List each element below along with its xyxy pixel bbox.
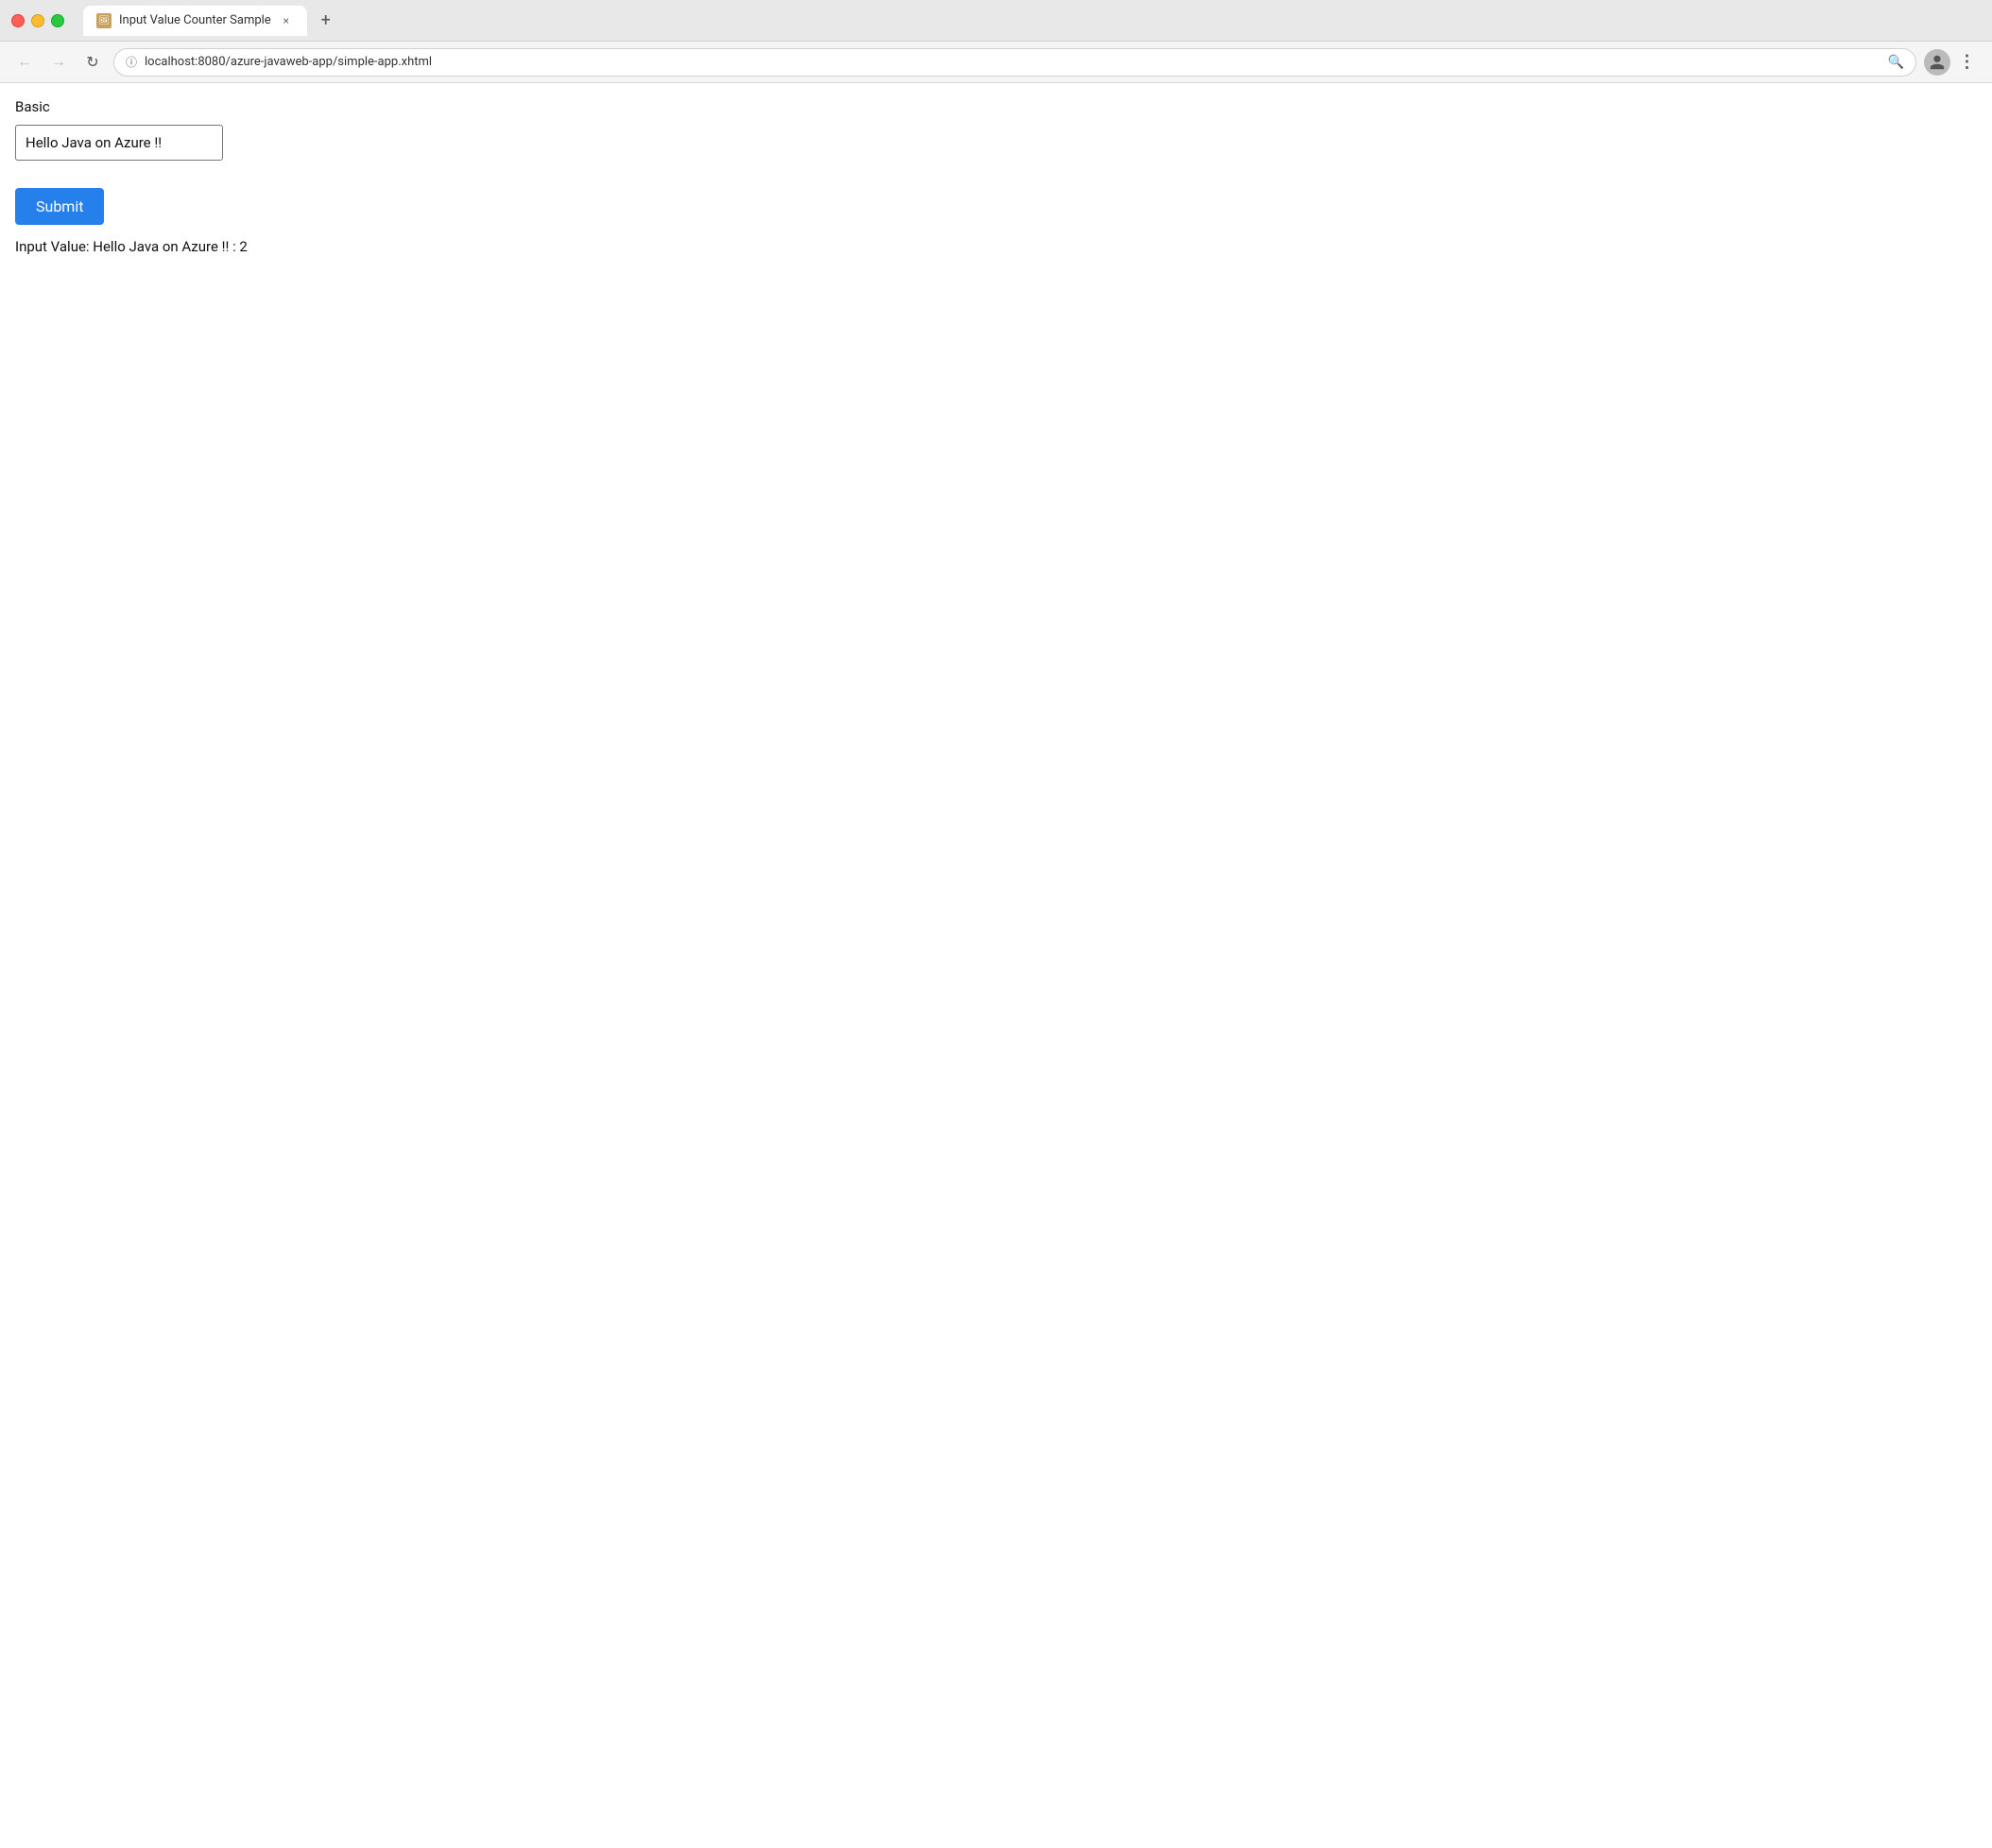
section-label: Basic xyxy=(15,98,1977,115)
nav-bar: ← → ↻ ⓘ localhost:8080/azure-javaweb-app… xyxy=(0,42,1992,83)
maximize-button[interactable] xyxy=(51,14,64,27)
tab-title: Input Value Counter Sample xyxy=(119,13,271,27)
address-bar[interactable]: ⓘ localhost:8080/azure-javaweb-app/simpl… xyxy=(113,48,1916,77)
profile-button[interactable] xyxy=(1924,49,1950,76)
address-lock-icon: ⓘ xyxy=(126,54,137,70)
address-search-icon: 🔍 xyxy=(1888,55,1904,70)
output-text: Input Value: Hello Java on Azure !! : 2 xyxy=(15,238,1977,255)
tab-favicon: 🖼 xyxy=(96,13,112,28)
active-tab[interactable]: 🖼 Input Value Counter Sample × xyxy=(83,6,307,36)
nav-right: ⋮ xyxy=(1924,49,1981,76)
reload-button[interactable]: ↻ xyxy=(79,49,106,76)
close-button[interactable] xyxy=(11,14,25,27)
menu-button[interactable]: ⋮ xyxy=(1954,49,1981,76)
browser-window: 🖼 Input Value Counter Sample × + ← → ↻ ⓘ… xyxy=(0,0,1992,1848)
text-input[interactable] xyxy=(15,125,223,161)
minimize-button[interactable] xyxy=(31,14,44,27)
title-bar: 🖼 Input Value Counter Sample × + xyxy=(0,0,1992,42)
profile-icon xyxy=(1929,54,1946,71)
page-content: Basic Submit Input Value: Hello Java on … xyxy=(0,83,1992,1848)
traffic-lights xyxy=(11,14,64,27)
tab-bar: 🖼 Input Value Counter Sample × + xyxy=(83,6,1981,36)
tab-close-button[interactable]: × xyxy=(279,13,294,28)
forward-button[interactable]: → xyxy=(45,49,72,76)
submit-button[interactable]: Submit xyxy=(15,188,104,225)
address-text: localhost:8080/azure-javaweb-app/simple-… xyxy=(145,55,1880,69)
new-tab-button[interactable]: + xyxy=(313,8,339,34)
back-button[interactable]: ← xyxy=(11,49,38,76)
